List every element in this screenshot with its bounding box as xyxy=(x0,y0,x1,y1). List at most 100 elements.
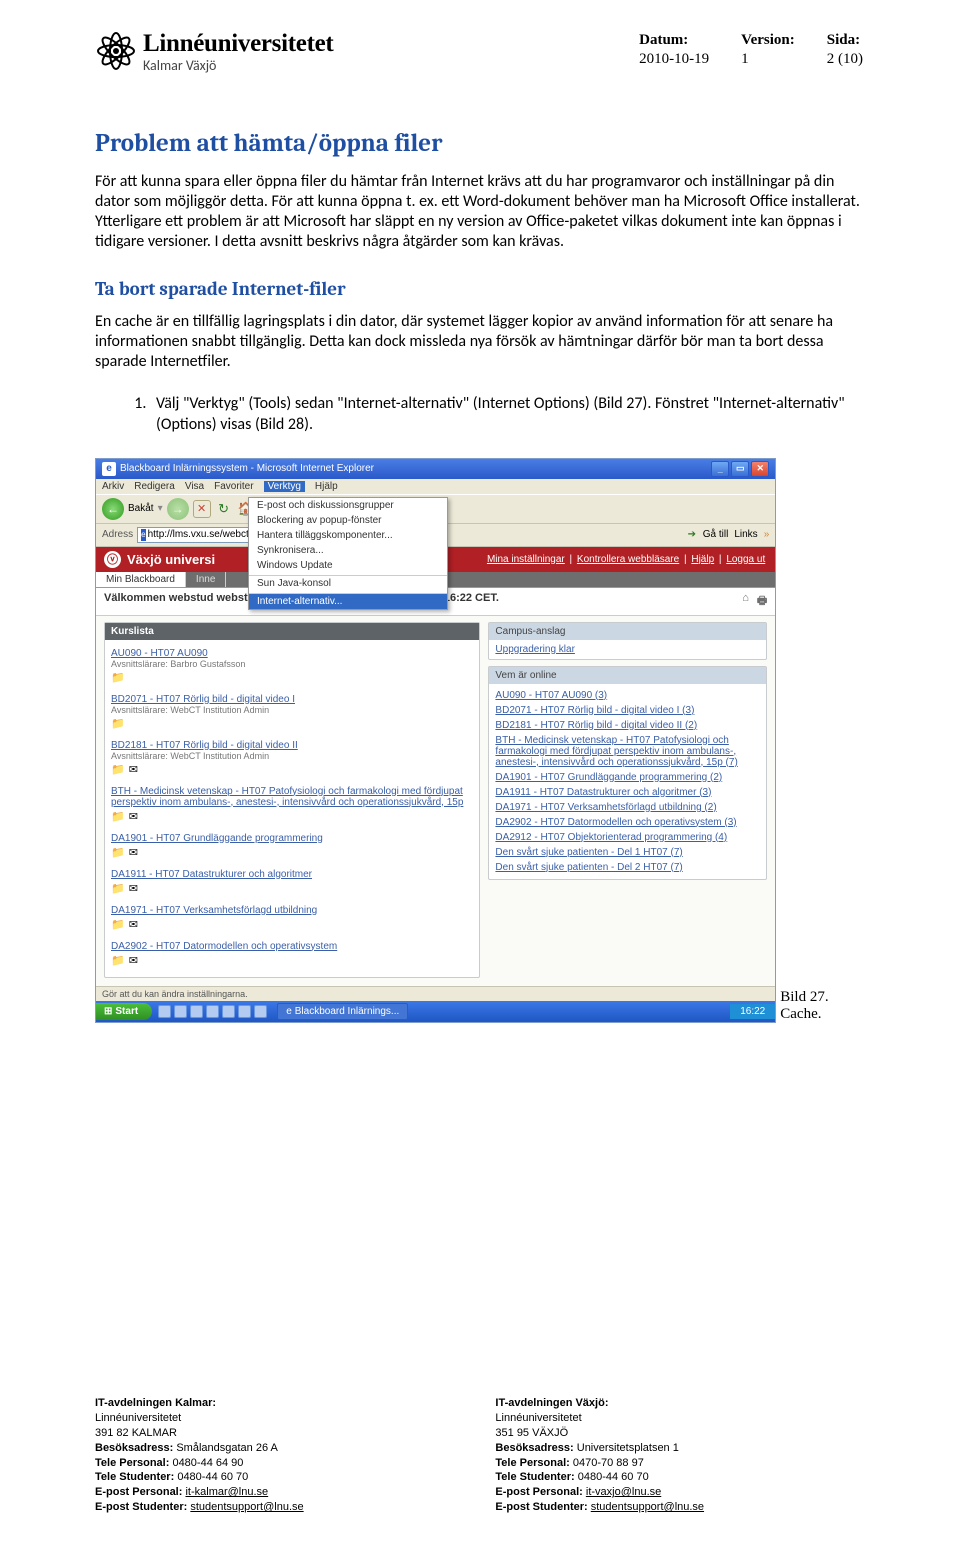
dd-internet-alternativ[interactable]: Internet-alternativ... xyxy=(249,594,447,609)
back-label[interactable]: Bakåt xyxy=(128,503,154,514)
online-link[interactable]: DA1901 - HT07 Grundläggande programmerin… xyxy=(495,772,722,783)
course-mail-icon[interactable]: ✉ xyxy=(129,954,138,967)
course-link[interactable]: DA1901 - HT07 Grundläggande programmerin… xyxy=(111,833,323,844)
step-1: Välj "Verktyg" (Tools) sedan "Internet-a… xyxy=(150,394,865,436)
course-folder-icon[interactable]: 📁 xyxy=(111,810,125,823)
vaxjo-logo-icon: ⓥ xyxy=(104,551,121,568)
print-small-icon[interactable]: 🖶 xyxy=(757,592,767,611)
taskbar-app-button[interactable]: e Blackboard Inlärnings... xyxy=(277,1003,408,1020)
course-folder-icon[interactable]: 📁 xyxy=(111,671,125,684)
course-sub: Avsnittslärare: WebCT Institution Admin xyxy=(111,751,473,761)
course-link[interactable]: DA1971 - HT07 Verksamhetsförlagd utbildn… xyxy=(111,905,317,916)
ie-app-icon: e xyxy=(102,462,116,476)
link-hjalp[interactable]: Hjälp xyxy=(691,554,714,565)
maximize-button[interactable]: ▭ xyxy=(731,461,749,477)
course-link[interactable]: BD2181 - HT07 Rörlig bild - digital vide… xyxy=(111,740,298,751)
ie-toolbar: ← Bakåt ▾ → ✕ ↻ 🏠 E-post och diskussions… xyxy=(96,494,775,524)
menu-redigera[interactable]: Redigera xyxy=(134,481,175,492)
online-link[interactable]: Den svårt sjuke patienten - Del 2 HT07 (… xyxy=(495,862,682,873)
refresh-icon[interactable]: ↻ xyxy=(215,500,233,518)
dd-synk[interactable]: Synkronisera... xyxy=(249,543,447,558)
address-input[interactable]: e http://lms.vxu.se/webct/ xyxy=(137,527,252,543)
start-icon: ⊞ xyxy=(104,1006,112,1017)
ql-6[interactable] xyxy=(238,1005,251,1018)
course-link[interactable]: DA2902 - HT07 Datormodellen och operativ… xyxy=(111,941,337,952)
course-item: DA1971 - HT07 Verksamhetsförlagd utbildn… xyxy=(111,901,473,937)
course-folder-icon[interactable]: 📁 xyxy=(111,954,125,967)
footer-label: E-post Studenter: xyxy=(495,1501,587,1513)
dd-popup[interactable]: Blockering av popup-fönster xyxy=(249,513,447,528)
course-link[interactable]: AU090 - HT07 AU090 xyxy=(111,648,208,659)
online-link[interactable]: DA1911 - HT07 Datastrukturer och algorit… xyxy=(495,787,711,798)
dd-epost[interactable]: E-post och diskussionsgrupper xyxy=(249,498,447,513)
dd-winupdate[interactable]: Windows Update xyxy=(249,558,447,573)
link-mina-installningar[interactable]: Mina inställningar xyxy=(487,554,565,565)
document-page: Linnéuniversitetet Kalmar Växjö Datum: V… xyxy=(0,0,960,1549)
ql-1[interactable] xyxy=(158,1005,171,1018)
dd-tillagg[interactable]: Hantera tilläggskomponenter... xyxy=(249,528,447,543)
home-small-icon[interactable]: ⌂ xyxy=(742,592,749,611)
menu-visa[interactable]: Visa xyxy=(185,481,204,492)
online-link[interactable]: DA2902 - HT07 Datormodellen och operativ… xyxy=(495,817,736,828)
course-link[interactable]: BD2071 - HT07 Rörlig bild - digital vide… xyxy=(111,694,295,705)
online-link[interactable]: Den svårt sjuke patienten - Del 1 HT07 (… xyxy=(495,847,682,858)
online-link[interactable]: DA1971 - HT07 Verksamhetsförlagd utbildn… xyxy=(495,802,716,813)
ql-5[interactable] xyxy=(222,1005,235,1018)
close-button[interactable]: ✕ xyxy=(751,461,769,477)
link-it-kalmar[interactable]: it-kalmar@lnu.se xyxy=(185,1486,268,1498)
ql-3[interactable] xyxy=(190,1005,203,1018)
ql-2[interactable] xyxy=(174,1005,187,1018)
panel-kurslista: Kurslista AU090 - HT07 AU090Avsnittslära… xyxy=(104,622,480,978)
page-header: Linnéuniversitetet Kalmar Växjö Datum: V… xyxy=(95,30,865,74)
course-folder-icon[interactable]: 📁 xyxy=(111,846,125,859)
menu-favoriter[interactable]: Favoriter xyxy=(214,481,253,492)
online-link[interactable]: DA2912 - HT07 Objektorienterad programme… xyxy=(495,832,727,843)
bb-content: Kurslista AU090 - HT07 AU090Avsnittslära… xyxy=(96,616,775,986)
link-uppgradering[interactable]: Uppgradering klar xyxy=(495,644,575,655)
course-mail-icon[interactable]: ✉ xyxy=(129,810,138,823)
links-button[interactable]: Links xyxy=(734,529,757,540)
course-folder-icon[interactable]: 📁 xyxy=(111,882,125,895)
online-link[interactable]: BTH - Medicinsk vetenskap - HT07 Patofys… xyxy=(495,735,737,768)
link-studentsupport-vaxjo[interactable]: studentsupport@lnu.se xyxy=(591,1501,704,1513)
course-mail-icon[interactable]: ✉ xyxy=(129,846,138,859)
tab-inne[interactable]: Inne xyxy=(186,572,226,587)
go-button[interactable]: ➔ Gå till xyxy=(688,529,729,540)
course-item: DA1901 - HT07 Grundläggande programmerin… xyxy=(111,829,473,865)
course-folder-icon[interactable]: 📁 xyxy=(111,717,125,730)
link-it-vaxjo[interactable]: it-vaxjo@lnu.se xyxy=(586,1486,661,1498)
forward-icon[interactable]: → xyxy=(167,498,189,520)
ql-7[interactable] xyxy=(254,1005,267,1018)
online-link[interactable]: BD2181 - HT07 Rörlig bild - digital vide… xyxy=(495,720,697,731)
course-folder-icon[interactable]: 📁 xyxy=(111,763,125,776)
meta-version-label: Version: xyxy=(741,32,825,49)
course-mail-icon[interactable]: ✉ xyxy=(129,763,138,776)
course-mail-icon[interactable]: ✉ xyxy=(129,918,138,931)
menu-arkiv[interactable]: Arkiv xyxy=(102,481,124,492)
menu-hjalp[interactable]: Hjälp xyxy=(315,481,338,492)
back-icon[interactable]: ← xyxy=(102,498,124,520)
ql-4[interactable] xyxy=(206,1005,219,1018)
course-link[interactable]: BTH - Medicinsk vetenskap - HT07 Patofys… xyxy=(111,786,463,808)
heading-level2: Ta bort sparade Internet-filer xyxy=(95,278,865,300)
page-icon: e xyxy=(141,529,145,541)
course-link[interactable]: DA1911 - HT07 Datastrukturer och algorit… xyxy=(111,869,312,880)
minimize-button[interactable]: _ xyxy=(711,461,729,477)
link-logga-ut[interactable]: Logga ut xyxy=(726,554,765,565)
link-kontrollera[interactable]: Kontrollera webbläsare xyxy=(577,554,679,565)
dd-java[interactable]: Sun Java-konsol xyxy=(249,576,447,591)
menu-verktyg[interactable]: Verktyg xyxy=(264,481,305,492)
link-studentsupport-kalmar[interactable]: studentsupport@lnu.se xyxy=(190,1501,303,1513)
stop-icon[interactable]: ✕ xyxy=(193,500,211,518)
footer-text: 0470-70 88 97 xyxy=(570,1457,644,1469)
online-link[interactable]: AU090 - HT07 AU090 (3) xyxy=(495,690,607,701)
online-link[interactable]: BD2071 - HT07 Rörlig bild - digital vide… xyxy=(495,705,694,716)
tab-min-blackboard[interactable]: Min Blackboard xyxy=(96,572,186,587)
course-mail-icon[interactable]: ✉ xyxy=(129,882,138,895)
linneuniversitetet-logo-icon xyxy=(95,30,137,72)
footer-text: Universitetsplatsen 1 xyxy=(574,1442,679,1454)
course-item: BD2181 - HT07 Rörlig bild - digital vide… xyxy=(111,736,473,782)
footer-label: E-post Personal: xyxy=(95,1486,182,1498)
course-folder-icon[interactable]: 📁 xyxy=(111,918,125,931)
start-button[interactable]: ⊞ Start xyxy=(96,1003,152,1020)
